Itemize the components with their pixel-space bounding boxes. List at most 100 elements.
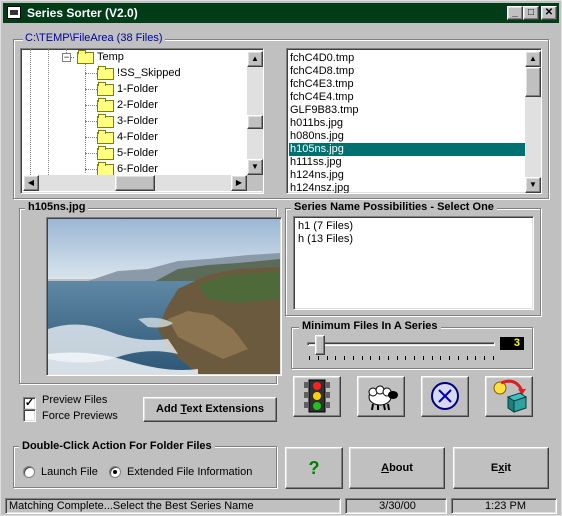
button-label: Add [156, 403, 181, 415]
slider-tick [335, 356, 336, 360]
tree-guide-line [85, 153, 97, 154]
series-list[interactable]: h1 (7 Files) h (13 Files) [293, 216, 534, 310]
preview-files-option[interactable]: ✓ Preview Files [23, 393, 107, 410]
slider-tick [405, 356, 406, 360]
file-list-item[interactable]: h011bs.jpg [290, 117, 343, 130]
button-label: bout [389, 462, 413, 474]
slider-tick [440, 356, 441, 360]
tree-vertical-scrollbar[interactable]: ▲ ▼ [247, 51, 263, 175]
about-button[interactable]: About [349, 447, 445, 489]
window-title: Series Sorter (V2.0) [27, 6, 138, 20]
scroll-left-icon[interactable]: ◀ [23, 175, 39, 191]
slider-tick [344, 356, 345, 360]
button-accelerator: A [381, 462, 390, 474]
file-list-item[interactable]: fchC4E3.tmp [290, 78, 354, 91]
close-button[interactable]: ✕ [541, 6, 557, 20]
slider-tick [467, 356, 468, 360]
scroll-right-icon[interactable]: ▶ [231, 175, 247, 191]
move-files-button[interactable] [485, 376, 533, 417]
start-matching-button[interactable] [293, 376, 341, 417]
tree-item-label: 2-Folder [117, 99, 158, 111]
slider-tick [493, 356, 494, 360]
status-time: 1:23 PM [451, 498, 557, 514]
scroll-up-icon[interactable]: ▲ [525, 51, 541, 67]
force-previews-option[interactable]: Force Previews [23, 409, 118, 423]
minimize-button[interactable]: _ [507, 6, 523, 20]
folder-icon [97, 98, 114, 112]
file-list-item[interactable]: fchC4D8.tmp [290, 65, 354, 78]
tree-guide-line [85, 105, 97, 106]
collapse-expander[interactable]: − [62, 53, 71, 62]
cancel-x-icon [431, 382, 459, 410]
tree-guide-line [48, 49, 49, 179]
slider-tick [379, 356, 380, 360]
tree-horizontal-scrollbar[interactable]: ◀ ▶ [23, 175, 247, 191]
slider-tick [327, 356, 328, 360]
file-list-item-selected[interactable]: h105ns.jpg [289, 143, 526, 156]
traffic-light-icon [304, 379, 330, 413]
exit-button[interactable]: Exit [453, 447, 549, 489]
min-files-slider-track[interactable] [307, 342, 495, 346]
tree-item-label: 4-Folder [117, 131, 158, 143]
coastline-photo [48, 219, 280, 374]
sheep-button[interactable] [357, 376, 405, 417]
extended-info-option[interactable]: Extended File Information [109, 465, 252, 479]
tree-item-4-folder[interactable]: 4-Folder [97, 129, 158, 145]
tree-item-ss-skipped[interactable]: !SS_Skipped [97, 65, 181, 81]
extended-info-radio[interactable] [109, 466, 121, 478]
min-files-readout: 3 [500, 337, 524, 350]
tree-item-2-folder[interactable]: 2-Folder [97, 97, 158, 113]
add-text-extensions-button[interactable]: Add Text Extensions [143, 397, 277, 422]
title-bar[interactable]: Series Sorter (V2.0) _ □ ✕ [3, 3, 559, 23]
slider-tick [397, 356, 398, 360]
open-folder-icon [77, 50, 94, 64]
scroll-thumb[interactable] [525, 67, 541, 97]
double-click-title: Double-Click Action For Folder Files [19, 440, 215, 452]
min-files-slider-thumb[interactable] [315, 335, 325, 355]
folder-tree[interactable]: − Temp !SS_Skipped 1-Folder 2-Folder 3-F… [20, 48, 264, 194]
launch-file-radio[interactable] [23, 466, 35, 478]
slider-tick [388, 356, 389, 360]
file-list-item[interactable]: GLF9B83.tmp [290, 104, 358, 117]
folder-icon [97, 82, 114, 96]
slider-tick [362, 356, 363, 360]
tree-guide-line [85, 89, 97, 90]
scroll-down-icon[interactable]: ▼ [247, 159, 263, 175]
scroll-up-icon[interactable]: ▲ [247, 51, 263, 67]
launch-file-label: Launch File [41, 466, 98, 478]
cancel-button[interactable] [421, 376, 469, 417]
folder-icon [97, 66, 114, 80]
file-list-item[interactable]: h124ns.jpg [290, 169, 344, 182]
tree-item-label: !SS_Skipped [117, 67, 181, 79]
scroll-thumb[interactable] [247, 115, 263, 129]
tree-item-temp[interactable]: Temp [77, 49, 124, 65]
force-previews-checkbox[interactable] [23, 409, 36, 422]
scroll-thumb[interactable] [115, 175, 155, 191]
tree-guide-line [85, 63, 86, 173]
file-list-scrollbar[interactable]: ▲ ▼ [525, 51, 541, 193]
tree-item-3-folder[interactable]: 3-Folder [97, 113, 158, 129]
slider-tick [484, 356, 485, 360]
series-list-item[interactable]: h (13 Files) [298, 233, 353, 246]
file-list[interactable]: fchC4D0.tmp fchC4D8.tmp fchC4E3.tmp fchC… [286, 48, 542, 194]
scroll-down-icon[interactable]: ▼ [525, 177, 541, 193]
slider-tick [414, 356, 415, 360]
tree-item-1-folder[interactable]: 1-Folder [97, 81, 158, 97]
file-list-item[interactable]: h111ss.jpg [290, 156, 342, 169]
maximize-button[interactable]: □ [523, 6, 539, 20]
file-list-item[interactable]: h080ns.jpg [290, 130, 344, 143]
slider-tick [309, 356, 310, 360]
file-list-item[interactable]: fchC4D0.tmp [290, 52, 354, 65]
folder-icon [97, 114, 114, 128]
launch-file-option[interactable]: Launch File [23, 465, 98, 479]
min-files-group [291, 327, 533, 369]
file-list-item[interactable]: fchC4E4.tmp [290, 91, 354, 104]
app-icon[interactable] [7, 6, 21, 19]
series-list-item[interactable]: h1 (7 Files) [298, 220, 353, 233]
file-list-item[interactable]: h124nsz.jpg [290, 182, 349, 193]
help-button[interactable]: ? [285, 447, 343, 489]
slider-tick [432, 356, 433, 360]
slider-tick [423, 356, 424, 360]
tree-item-5-folder[interactable]: 5-Folder [97, 145, 158, 161]
min-files-title: Minimum Files In A Series [299, 320, 441, 332]
